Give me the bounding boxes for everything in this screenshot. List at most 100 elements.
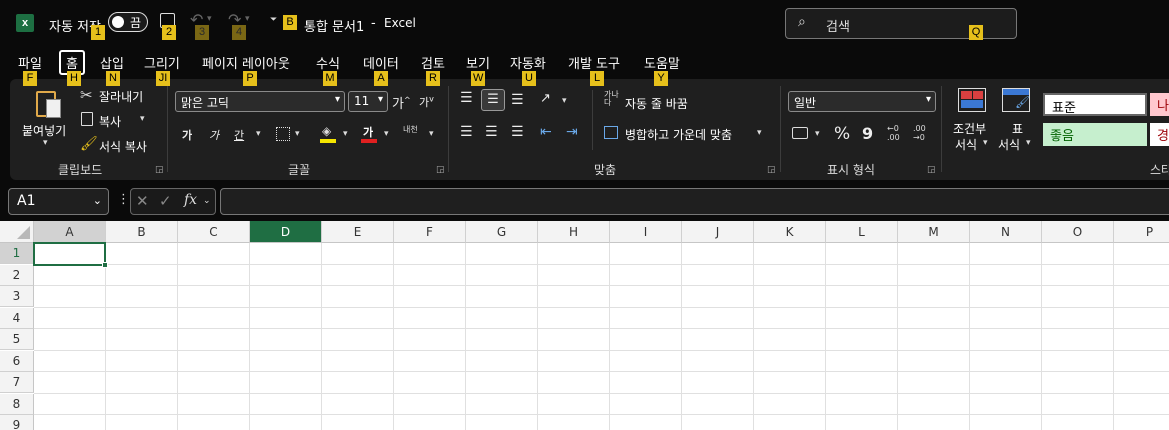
italic-button[interactable]: 가 <box>209 127 219 143</box>
align-right-icon[interactable]: ☰ <box>511 124 524 140</box>
underline-button[interactable]: 간 <box>234 127 244 143</box>
tab-help[interactable]: 도움말 <box>644 53 680 72</box>
column-header-e[interactable]: E <box>322 221 394 243</box>
row-header-5[interactable]: 5 <box>0 329 34 350</box>
undo-dropdown-icon[interactable]: ▾ <box>207 14 212 24</box>
worksheet-grid[interactable]: ABCDEFGHIJKLMNOP 123456789 <box>0 221 1169 430</box>
column-header-d[interactable]: D <box>250 221 322 243</box>
format-painter-icon[interactable]: 🖌 <box>80 136 98 152</box>
tab-developer[interactable]: 개발 도구 <box>568 53 620 72</box>
column-header-h[interactable]: H <box>538 221 610 243</box>
borders-icon[interactable] <box>276 127 290 141</box>
accounting-dropdown-icon[interactable]: ▾ <box>815 129 820 139</box>
tab-insert[interactable]: 삽입 <box>100 53 124 72</box>
fill-color-icon[interactable]: ◈ <box>320 124 336 144</box>
select-all-corner[interactable] <box>0 221 34 243</box>
more-options-icon[interactable]: ⋮ <box>117 192 130 207</box>
column-header-m[interactable]: M <box>898 221 970 243</box>
customize-qat-icon[interactable]: ⏷ <box>270 15 277 25</box>
merge-center-button[interactable]: 병합하고 가운데 맞춤 <box>625 126 732 143</box>
column-header-c[interactable]: C <box>178 221 250 243</box>
tab-view[interactable]: 보기 <box>466 53 490 72</box>
enter-icon[interactable]: ✓ <box>159 192 172 210</box>
row-header-9[interactable]: 9 <box>0 415 34 430</box>
column-header-l[interactable]: L <box>826 221 898 243</box>
cancel-icon[interactable]: ✕ <box>136 192 149 210</box>
tab-draw[interactable]: 그리기 <box>144 53 180 72</box>
conditional-formatting-label-2[interactable]: 서식 <box>955 136 977 153</box>
number-format-select[interactable]: 일반 ▾ <box>788 91 936 112</box>
column-header-f[interactable]: F <box>394 221 466 243</box>
merge-dropdown-icon[interactable]: ▾ <box>757 128 762 138</box>
column-header-k[interactable]: K <box>754 221 826 243</box>
underline-dropdown-icon[interactable]: ▾ <box>256 129 261 139</box>
font-color-dropdown-icon[interactable]: ▾ <box>384 129 389 139</box>
alignment-launcher-icon[interactable]: ◲ <box>767 165 776 175</box>
style-neutral[interactable]: 경 <box>1150 123 1169 146</box>
borders-dropdown-icon[interactable]: ▾ <box>295 129 300 139</box>
row-header-8[interactable]: 8 <box>0 393 34 415</box>
decrease-decimal-icon[interactable]: .00 →0 <box>913 124 926 142</box>
tab-formulas[interactable]: 수식 <box>316 53 340 72</box>
fill-color-dropdown-icon[interactable]: ▾ <box>343 129 348 139</box>
tab-review[interactable]: 검토 <box>421 53 445 72</box>
orientation-icon[interactable]: ↗ <box>540 91 551 106</box>
align-bottom-icon[interactable]: ☰ <box>511 92 524 108</box>
orientation-dropdown-icon[interactable]: ▾ <box>562 96 567 106</box>
increase-indent-icon[interactable]: ⇥ <box>566 124 578 140</box>
style-good[interactable]: 좋음 <box>1043 123 1147 146</box>
conditional-formatting-label-1[interactable]: 조건부 <box>953 120 986 137</box>
table-dropdown-icon[interactable]: ▾ <box>1026 138 1031 148</box>
column-header-g[interactable]: G <box>466 221 538 243</box>
row-header-3[interactable]: 3 <box>0 286 34 307</box>
tab-file[interactable]: 파일 <box>18 53 42 72</box>
font-launcher-icon[interactable]: ◲ <box>436 165 445 175</box>
align-middle-icon[interactable]: ☰ <box>481 89 505 111</box>
tab-automate[interactable]: 자동화 <box>510 53 546 72</box>
align-left-icon[interactable]: ☰ <box>460 124 473 140</box>
format-painter-button[interactable]: 서식 복사 <box>99 138 147 155</box>
copy-button[interactable]: 복사 <box>99 113 121 130</box>
row-header-2[interactable]: 2 <box>0 264 34 286</box>
decrease-indent-icon[interactable]: ⇤ <box>540 124 552 140</box>
copy-dropdown-icon[interactable]: ▾ <box>140 114 145 124</box>
fill-handle[interactable] <box>102 262 108 268</box>
align-top-icon[interactable]: ☰ <box>460 90 473 106</box>
shrink-font-button[interactable]: 가v <box>419 94 434 110</box>
row-header-1[interactable]: 1 <box>0 243 34 264</box>
formula-input[interactable] <box>220 188 1169 215</box>
cut-icon[interactable]: ✂ <box>80 86 93 104</box>
name-box[interactable]: A1 ⌄ <box>8 188 109 215</box>
selected-cell[interactable] <box>33 242 108 268</box>
conditional-dropdown-icon[interactable]: ▾ <box>983 138 988 148</box>
accounting-format-icon[interactable] <box>792 127 808 139</box>
row-header-6[interactable]: 6 <box>0 350 34 372</box>
paste-icon[interactable] <box>33 87 63 119</box>
align-center-icon[interactable]: ☰ <box>485 124 498 140</box>
column-header-b[interactable]: B <box>106 221 178 243</box>
tab-page-layout[interactable]: 페이지 레이아웃 <box>202 53 290 72</box>
cut-button[interactable]: 잘라내기 <box>99 88 143 105</box>
font-size-select[interactable]: 11 ▾ <box>348 91 388 112</box>
column-header-n[interactable]: N <box>970 221 1042 243</box>
font-name-select[interactable]: 맑은 고딕 ▾ <box>175 91 345 112</box>
insert-function-button[interactable]: fx <box>184 192 197 208</box>
phonetic-guide-icon[interactable]: 내천 <box>403 124 418 135</box>
clipboard-launcher-icon[interactable]: ◲ <box>155 165 164 175</box>
bold-button[interactable]: 가 <box>182 127 192 143</box>
column-header-o[interactable]: O <box>1042 221 1114 243</box>
tab-data[interactable]: 데이터 <box>363 53 399 72</box>
format-as-table-label-2[interactable]: 서식 <box>998 136 1020 153</box>
copy-icon[interactable] <box>81 112 93 126</box>
row-header-4[interactable]: 4 <box>0 307 34 329</box>
font-color-icon[interactable]: 가 <box>361 124 377 144</box>
wrap-text-button[interactable]: 자동 줄 바꿈 <box>625 95 688 112</box>
column-header-j[interactable]: J <box>682 221 754 243</box>
format-as-table-icon[interactable]: 🖌 <box>1002 88 1030 112</box>
number-launcher-icon[interactable]: ◲ <box>927 165 936 175</box>
increase-decimal-icon[interactable]: ←0.00 <box>887 124 900 142</box>
grow-font-button[interactable]: 가^ <box>392 93 411 112</box>
row-header-7[interactable]: 7 <box>0 372 34 393</box>
style-normal[interactable]: 표준 <box>1043 93 1147 116</box>
format-as-table-label-1[interactable]: 표 <box>1012 120 1023 137</box>
